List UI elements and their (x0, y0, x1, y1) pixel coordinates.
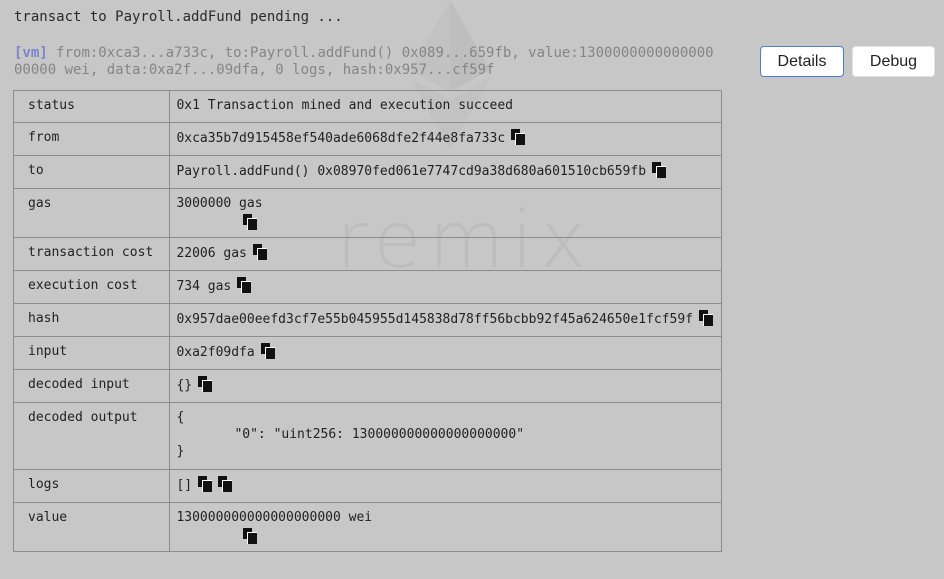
hash-value: 0x957dae00eefd3cf7e55b045955d145838d78ff… (176, 312, 693, 327)
row-key: transaction cost (12, 237, 171, 271)
from-value: 0xca35b7d915458ef540ade6068dfe2f44e8fa73… (176, 131, 506, 146)
table-row: to Payroll.addFund() 0x08970fed061e7747c… (12, 155, 722, 189)
pending-message: transact to Payroll.addFund pending ... (14, 9, 343, 25)
copy-icon[interactable] (198, 476, 213, 492)
copy-icon[interactable] (699, 310, 713, 326)
decoded-input-value: {} (176, 378, 193, 393)
details-button[interactable]: Details (760, 46, 844, 77)
copy-icon[interactable] (243, 214, 258, 230)
copy-icon[interactable] (511, 129, 526, 145)
row-key: input (12, 336, 171, 370)
table-row: decoded input {} (12, 369, 722, 403)
transaction-log-panel: remix transact to Payroll.addFund pendin… (0, 0, 944, 579)
gas-value: 3000000 gas (176, 196, 263, 211)
json-close-brace: } (176, 444, 185, 459)
row-key: value (12, 502, 171, 552)
transaction-summary[interactable]: [vm] from:0xca3...a733c, to:Payroll.addF… (14, 45, 714, 79)
table-row: status 0x1 Transaction mined and executi… (12, 90, 722, 123)
summary-text: from:0xca3...a733c, to:Payroll.addFund()… (14, 45, 714, 78)
input-value: 0xa2f09dfa (176, 345, 255, 360)
copy-icon[interactable] (237, 277, 252, 293)
row-key: decoded input (12, 369, 171, 403)
copy-icon[interactable] (252, 244, 267, 260)
row-key: hash (12, 303, 171, 337)
table-row: gas 3000000 gas (12, 188, 722, 238)
table-row: decoded output { "0": "uint256: 13000000… (12, 402, 722, 470)
transaction-details-table: status 0x1 Transaction mined and executi… (12, 90, 722, 552)
copy-icon[interactable] (218, 476, 233, 492)
copy-icon[interactable] (652, 162, 667, 178)
status-value: 0x1 Transaction mined and execution succ… (176, 98, 513, 113)
json-open-brace: { (176, 410, 185, 425)
row-key: status (12, 90, 171, 123)
row-key: gas (12, 188, 171, 238)
transaction-cost-value: 22006 gas (176, 246, 247, 261)
row-key: from (12, 122, 171, 156)
vm-tag: [vm] (14, 45, 48, 61)
table-row: logs [] (12, 469, 722, 503)
execution-cost-value: 734 gas (176, 279, 232, 294)
copy-icon[interactable] (260, 343, 275, 359)
copy-icon[interactable] (243, 528, 258, 544)
table-row: from 0xca35b7d915458ef540ade6068dfe2f44e… (12, 122, 722, 156)
copy-icon[interactable] (198, 376, 213, 392)
row-key: logs (12, 469, 171, 503)
row-key: to (12, 155, 171, 189)
logs-value: [] (176, 478, 193, 493)
table-row: execution cost 734 gas (12, 270, 722, 304)
decoded-output-value: "0": "uint256: 130000000000000000000" (234, 427, 525, 442)
row-key: decoded output (12, 402, 171, 470)
table-row: input 0xa2f09dfa (12, 336, 722, 370)
table-row: hash 0x957dae00eefd3cf7e55b045955d145838… (12, 303, 722, 337)
row-key: execution cost (12, 270, 171, 304)
to-value: Payroll.addFund() 0x08970fed061e7747cd9a… (176, 164, 647, 179)
value-value: 130000000000000000000 wei (176, 510, 373, 525)
debug-button[interactable]: Debug (852, 46, 935, 77)
table-row: value 130000000000000000000 wei (12, 502, 722, 552)
table-row: transaction cost 22006 gas (12, 237, 722, 271)
